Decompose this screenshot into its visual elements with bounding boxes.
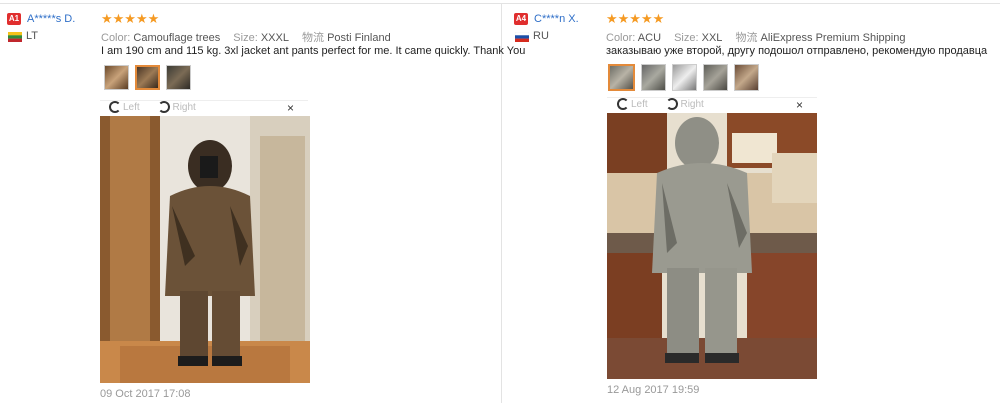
review-photo[interactable]: [607, 113, 817, 379]
rotate-left-icon: [109, 101, 121, 113]
flag-ru-icon: [515, 32, 529, 42]
size-label: Size:: [233, 32, 258, 44]
flag-lt-icon: [8, 32, 22, 42]
rotate-left-button[interactable]: Left: [617, 98, 656, 110]
rotate-right-button[interactable]: Right: [666, 98, 711, 110]
color-label: Color:: [606, 32, 636, 44]
rating-stars: ★★★★★: [606, 11, 665, 26]
reviewer-level-badge: A4: [514, 13, 528, 26]
reviewer: A4 C****n X.: [514, 13, 579, 26]
image-viewer-toolbar: Left Right ×: [100, 100, 308, 117]
rotate-left-button[interactable]: Left: [109, 101, 148, 113]
shipping-label: 物流: [735, 32, 758, 44]
photo-thumbnail[interactable]: [703, 64, 728, 91]
rotate-right-label: Right: [172, 101, 196, 113]
shipping-value: AliExpress Premium Shipping: [760, 32, 906, 44]
image-viewer-toolbar: Left Right ×: [607, 97, 817, 114]
close-viewer-button[interactable]: ×: [796, 98, 803, 112]
photo-thumbnails: [104, 65, 197, 90]
rotate-right-button[interactable]: Right: [158, 101, 203, 113]
reviewer: A1 A*****s D.: [7, 13, 75, 26]
photo-thumbnails: [608, 64, 765, 91]
color-value: ACU: [637, 32, 662, 44]
rotate-right-label: Right: [680, 98, 704, 110]
review-photo[interactable]: [100, 116, 310, 383]
size-value: XXXL: [260, 32, 289, 44]
order-info: Color: ACU Size: XXL 物流 AliExpress Premi…: [606, 29, 915, 45]
review-text: I am 190 cm and 115 kg. 3xl jacket ant p…: [101, 45, 526, 57]
rotate-left-label: Left: [123, 101, 140, 113]
close-viewer-button[interactable]: ×: [287, 101, 294, 115]
review-text: заказываю уже второй, другу подошол отпр…: [606, 45, 988, 57]
rotate-left-icon: [617, 98, 629, 110]
review-date: 09 Oct 2017 17:08: [100, 388, 191, 400]
review-date: 12 Aug 2017 19:59: [607, 384, 700, 396]
rating-stars: ★★★★★: [101, 11, 160, 26]
rotate-right-icon: [666, 98, 679, 110]
color-label: Color:: [101, 32, 131, 44]
photo-thumbnail[interactable]: [672, 64, 697, 91]
size-value: XXL: [701, 32, 723, 44]
column-divider: [501, 3, 502, 403]
reviewer-name[interactable]: A*****s D.: [27, 13, 75, 25]
photo-thumbnail-selected[interactable]: [135, 65, 160, 90]
shipping-value: Posti Finland: [327, 32, 391, 44]
reviewer-country: LT: [26, 30, 39, 42]
shipping-label: 物流: [302, 32, 325, 44]
reviewer-level-badge: A1: [7, 13, 21, 26]
photo-thumbnail[interactable]: [104, 65, 129, 90]
photo-thumbnail[interactable]: [641, 64, 666, 91]
photo-thumbnail-selected[interactable]: [608, 64, 635, 91]
reviewer-country: RU: [533, 30, 549, 42]
review-card: A4 C****n X. RU ★★★★★ Color: ACU Size: XX…: [503, 0, 1000, 403]
order-info: Color: Camouflage trees Size: XXXL 物流 Po…: [101, 29, 401, 45]
reviewer-name[interactable]: C****n X.: [534, 13, 579, 25]
review-card: A1 A*****s D. LT ★★★★★ Color: Camouflage …: [0, 0, 525, 403]
rotate-right-icon: [158, 101, 171, 113]
color-value: Camouflage trees: [133, 32, 221, 44]
photo-thumbnail[interactable]: [734, 64, 759, 91]
size-label: Size:: [674, 32, 699, 44]
rotate-left-label: Left: [631, 98, 648, 110]
photo-thumbnail[interactable]: [166, 65, 191, 90]
